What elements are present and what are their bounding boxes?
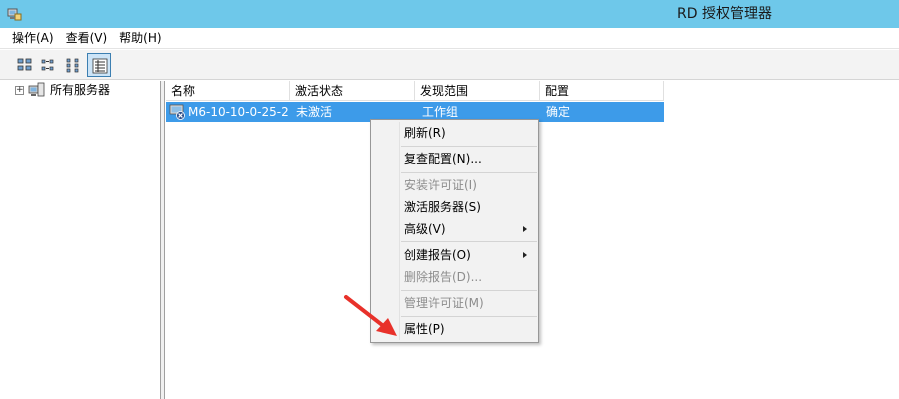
menu-separator [401,146,537,147]
tree-expand-toggle[interactable]: + [15,86,24,95]
tree-item-all-servers[interactable]: 所有服务器 [50,81,110,99]
large-icons-view-icon [17,58,32,71]
menu-separator [401,316,537,317]
large-icons-view-button[interactable] [13,53,37,77]
details-view-icon [92,58,108,74]
menu-item-manage-licenses: 管理许可证(M) [404,296,484,310]
menu-separator [401,172,537,173]
menu-item-review-configuration[interactable]: 复查配置(N)... [404,148,482,170]
red-pointer-arrow-icon [344,295,397,336]
title-bar[interactable]: RD 授权管理器 [0,0,899,28]
menu-separator [401,290,537,291]
cell-server-name: M6-10-10-0-25-2 [188,105,289,119]
small-icons-view-icon [41,59,54,71]
small-icons-view-button[interactable] [37,53,61,77]
menu-item-advanced[interactable]: 高级(V) [404,218,446,240]
pane-splitter[interactable] [161,81,165,399]
column-header-name[interactable]: 名称 [166,81,290,101]
rd-licensing-manager-window: RD 授权管理器 操作(A) 查看(V) 帮助(H) + 所有服务器 名称 激活… [0,0,899,399]
submenu-arrow-icon [523,252,527,258]
column-header-activation-status[interactable]: 激活状态 [290,81,415,101]
menu-view[interactable]: 查看(V) [60,28,114,49]
details-view-button[interactable] [87,53,111,77]
submenu-arrow-icon [523,226,527,232]
menu-item-activate-server[interactable]: 激活服务器(S) [404,196,481,218]
toolbar [0,50,899,80]
menu-action[interactable]: 操作(A) [6,28,60,49]
menu-item-install-licenses: 安装许可证(I) [404,178,477,192]
cell-configuration: 确定 [546,105,571,119]
menu-separator [401,241,537,242]
column-header-configuration[interactable]: 配置 [540,81,664,101]
column-header-discovery-scope[interactable]: 发现范围 [415,81,540,101]
menu-item-create-report[interactable]: 创建报告(O) [404,244,471,266]
window-title: RD 授权管理器 [677,6,772,22]
menu-help[interactable]: 帮助(H) [113,28,167,49]
tree-pane[interactable] [0,81,161,399]
menu-item-properties[interactable]: 属性(P) [404,318,445,340]
all-servers-icon [28,82,45,97]
menu-item-delete-reports: 删除报告(D)... [404,270,483,284]
list-view-button[interactable] [62,53,86,77]
menu-bar: 操作(A) 查看(V) 帮助(H) [0,28,899,49]
menu-item-refresh[interactable]: 刷新(R) [404,122,446,144]
list-view-icon [66,58,79,73]
